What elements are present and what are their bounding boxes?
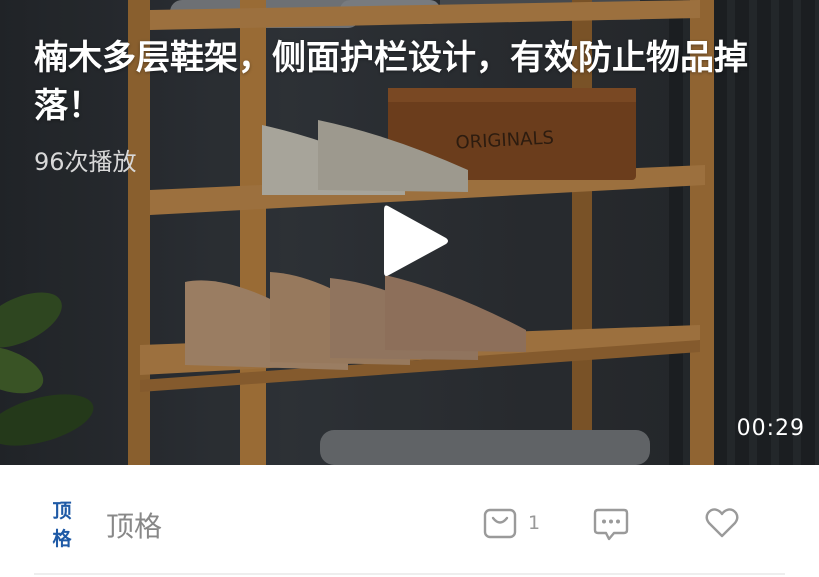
author-avatar[interactable]: 顶 格 [36,495,88,555]
video-info-bar: 顶 格 顶格 1 [0,465,819,577]
heart-icon [705,508,739,538]
comment-icon [593,508,629,541]
play-icon[interactable] [378,200,452,282]
cart-button[interactable]: 1 [482,505,540,541]
author-name[interactable]: 顶格 [106,505,162,545]
shopping-bag-icon [483,508,517,539]
play-count: 96次播放 [34,148,137,176]
avatar-logo-bottom: 格 [52,528,72,550]
cart-count: 1 [528,512,541,534]
bottom-divider [34,573,785,575]
video-player[interactable]: ORIGINALS 楠木多层鞋架，侧面护栏设计，有效防止物品掉落！ 96次播放 … [0,0,819,465]
video-title: 楠木多层鞋架，侧面护栏设计，有效防止物品掉落！ [34,38,748,126]
like-button[interactable] [704,505,740,541]
video-duration: 00:29 [736,416,805,441]
avatar-logo-top: 顶 [52,500,72,522]
comment-button[interactable] [592,505,630,543]
